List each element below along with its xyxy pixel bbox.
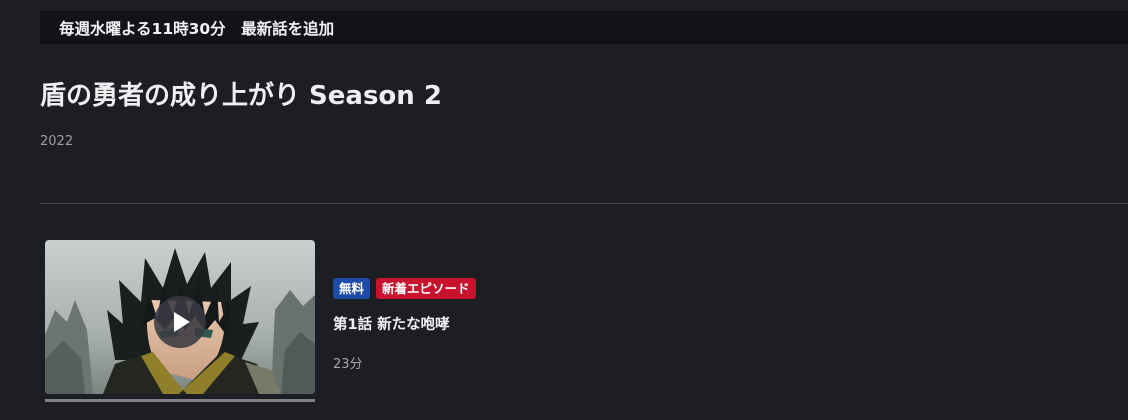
play-icon (174, 312, 190, 332)
free-badge: 無料 (333, 278, 371, 299)
episode-duration: 23分 (333, 357, 363, 372)
episode-thumbnail[interactable] (45, 240, 315, 394)
series-title: 盾の勇者の成り上がり Season 2 (40, 81, 442, 111)
episode-badges: 無料 新着エピソード (333, 278, 476, 299)
episode-item[interactable]: 無料 新着エピソード 第1話 新たな咆哮 23分 (45, 240, 1105, 405)
broadcast-notice-banner: 毎週水曜よる11時30分 最新話を追加 (40, 11, 1128, 44)
release-year: 2022 (40, 134, 74, 149)
broadcast-notice-text: 毎週水曜よる11時30分 最新話を追加 (59, 19, 335, 38)
episode-title[interactable]: 第1話 新たな咆哮 (333, 313, 450, 334)
play-button[interactable] (154, 296, 206, 348)
section-divider (40, 203, 1128, 204)
new-episode-badge: 新着エピソード (376, 278, 476, 299)
watch-progress-bar (45, 399, 315, 402)
